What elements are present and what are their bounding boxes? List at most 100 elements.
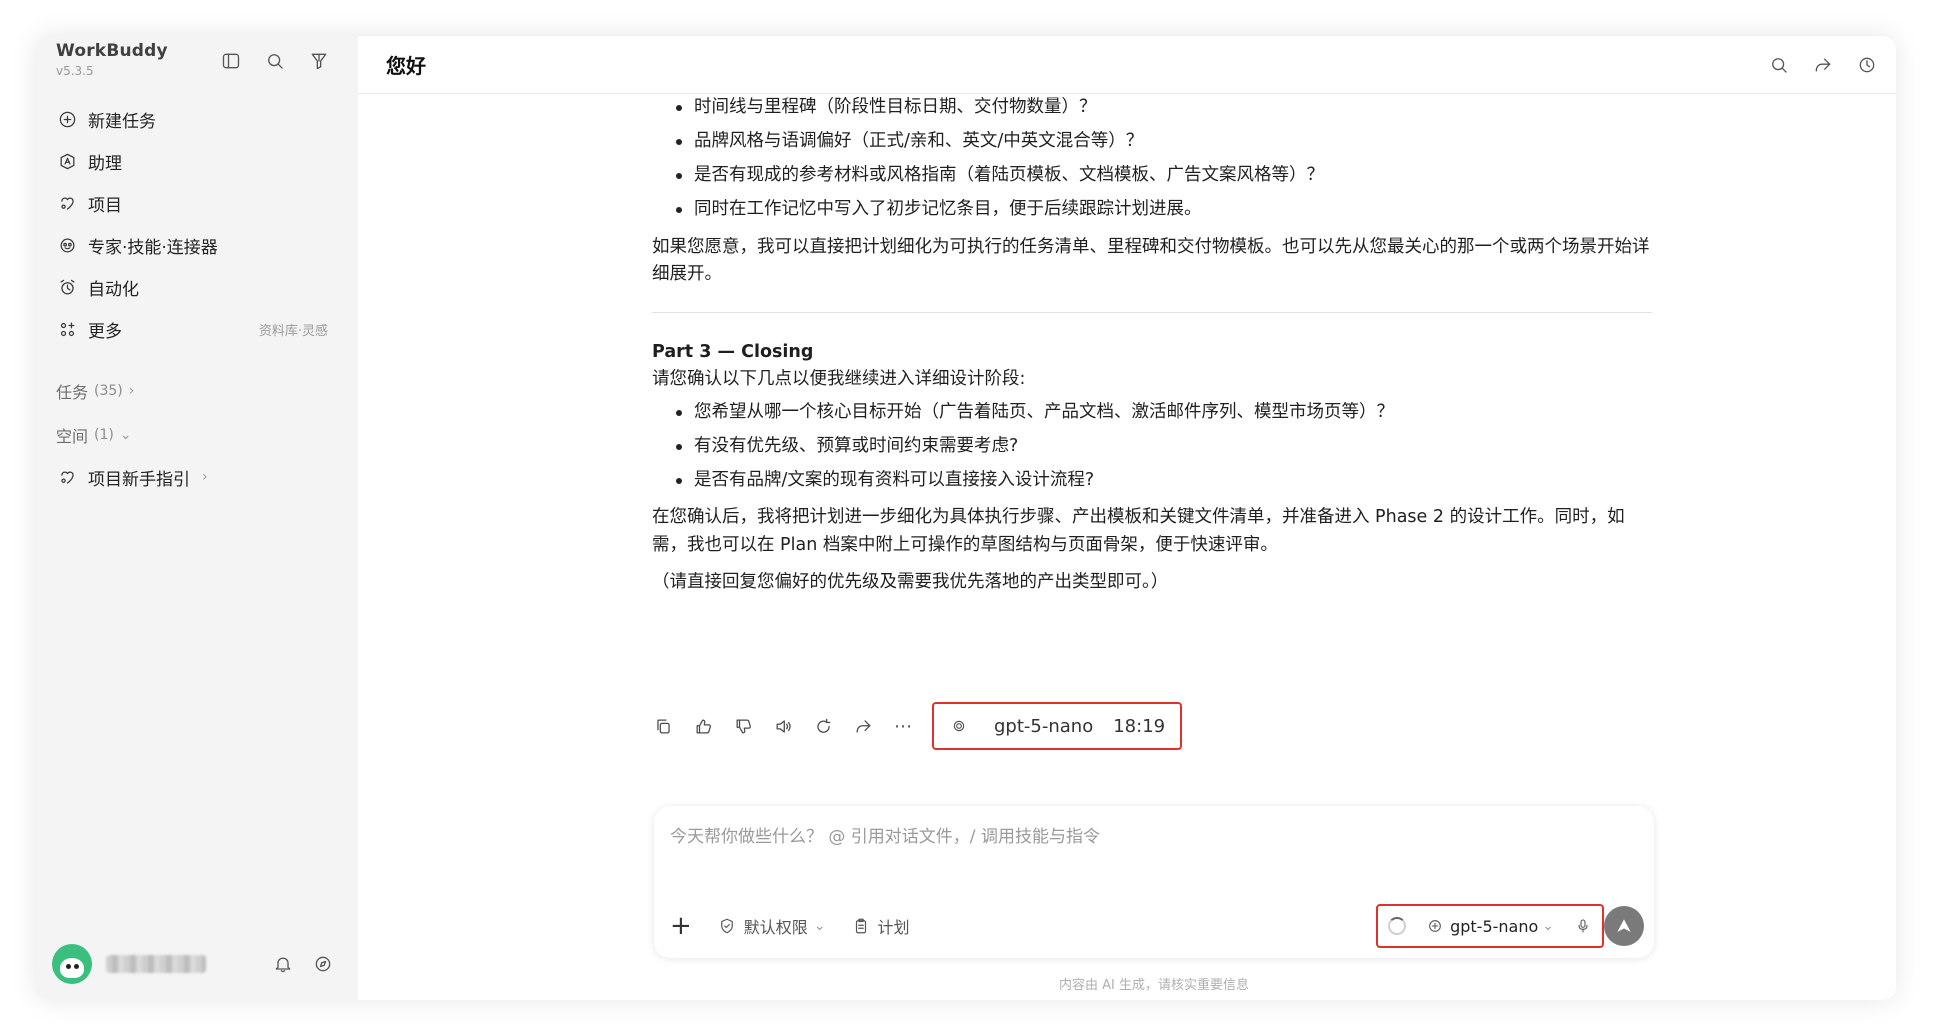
alarm-icon (56, 276, 78, 298)
search-icon[interactable] (264, 50, 286, 72)
user-actions (272, 953, 334, 975)
share-icon[interactable] (1812, 54, 1834, 76)
avatar[interactable] (52, 944, 92, 984)
spaces-label: 空间 (56, 427, 89, 446)
plus-circle-icon (1424, 915, 1446, 937)
topbar-actions (1768, 54, 1878, 76)
section-heading: Part 3 — Closing (652, 341, 814, 362)
thumbs-up-icon[interactable] (692, 715, 714, 737)
share-icon[interactable] (852, 715, 874, 737)
sidebar-item-new-task[interactable]: 新建任务 (48, 98, 346, 140)
app-window: WorkBuddy v5.3.5 新建任务 助理 项目 专家·技能·连接器 自动… (36, 36, 1896, 1000)
search-icon[interactable] (1768, 54, 1790, 76)
microphone-icon[interactable] (1572, 915, 1594, 937)
spaces-section[interactable]: 空间 (1) ⌄ (56, 423, 132, 447)
disclaimer: 内容由 AI 生成，请核实重要信息 (1059, 978, 1249, 993)
bell-icon[interactable] (272, 953, 294, 975)
permission-label: 默认权限 (743, 918, 808, 937)
timestamp: 18:19 (1113, 715, 1166, 737)
app-version: v5.3.5 (56, 64, 94, 78)
model-select[interactable]: gpt-5-nano ⌄ (1424, 915, 1554, 937)
chevron-down-icon: ⌄ (813, 918, 826, 934)
sidebar-item-assistant[interactable]: 助理 (48, 140, 346, 182)
shield-check-icon (716, 915, 738, 937)
filter-icon[interactable] (308, 50, 330, 72)
toggle-sidebar-icon[interactable] (220, 50, 242, 72)
plan-toggle[interactable]: 计划 (850, 914, 910, 938)
grid-icon (56, 318, 78, 340)
spaces-count: (1) (94, 427, 114, 443)
more-icon[interactable]: ⋯ (892, 715, 914, 737)
speaker-icon[interactable] (772, 715, 794, 737)
sidebar-item-label: 项目 (88, 195, 122, 216)
composer[interactable]: 今天帮你做些什么？ @ 引用对话文件，/ 调用技能与指令 + 默认权限 ⌄ 计划 (654, 806, 1654, 958)
message-actions: ⋯ gpt-5-nano 18:19 (652, 702, 1182, 750)
list-item: 时间线与里程碑（阶段性目标日期、交付物数量）？ (652, 94, 1652, 121)
tasks-label: 任务 (56, 383, 89, 402)
paragraph: （请直接回复您偏好的优先级及需要我优先落地的产出类型即可。） (652, 571, 1169, 592)
list-item: 您希望从哪一个核心目标开始（广告着陆页、产品文档、激活邮件序列、模型市场页等）？ (652, 399, 1652, 426)
project-icon (56, 466, 78, 488)
sidebar-item-experts[interactable]: 专家·技能·连接器 (48, 224, 346, 266)
list-item: 是否有现成的参考材料或风格指南（着陆页模板、文档模板、广告文案风格等）？ (652, 162, 1652, 189)
model-select-label: gpt-5-nano (1450, 916, 1539, 936)
list-item: 有没有优先级、预算或时间约束需要考虑? (652, 433, 1652, 460)
sidebar-item-project[interactable]: 项目 (48, 182, 346, 224)
bullet-list-top: 时间线与里程碑（阶段性目标日期、交付物数量）？ 品牌风格与语调偏好（正式/亲和、… (652, 94, 1652, 224)
loading-spinner-icon (1388, 917, 1407, 935)
project-icon (56, 192, 78, 214)
history-icon[interactable] (1856, 54, 1878, 76)
add-attachment-button[interactable]: + (670, 913, 692, 939)
paragraph: 请您确认以下几点以便我继续进入详细设计阶段: (652, 368, 1026, 389)
sidebar-toolbar (220, 50, 330, 72)
plan-label: 计划 (877, 918, 910, 937)
user-bar (52, 942, 342, 986)
list-item: 是否有品牌/文案的现有资料可以直接接入设计流程? (652, 467, 1652, 494)
sidebar-item-note: 资料库·灵感 (258, 323, 328, 339)
expert-icon (56, 234, 78, 256)
plus-circle-icon (56, 108, 78, 130)
topbar: 您好 (358, 36, 1896, 94)
page-title: 您好 (386, 54, 426, 78)
permission-dropdown[interactable]: 默认权限 ⌄ (716, 914, 826, 938)
send-button[interactable] (1604, 906, 1644, 946)
assistant-icon (56, 150, 78, 172)
composer-placeholder[interactable]: 今天帮你做些什么？ @ 引用对话文件，/ 调用技能与指令 (670, 822, 1100, 847)
refresh-icon[interactable] (812, 715, 834, 737)
list-item: 品牌风格与语调偏好（正式/亲和、英文/中英文混合等）？ (652, 128, 1652, 155)
sidebar-nav: 新建任务 助理 项目 专家·技能·连接器 自动化 更多 资料库·灵感 (48, 98, 346, 350)
chevron-right-icon: › (128, 383, 135, 399)
sidebar-item-label: 更多 (88, 321, 122, 342)
thumbs-down-icon[interactable] (732, 715, 754, 737)
sidebar: WorkBuddy v5.3.5 新建任务 助理 项目 专家·技能·连接器 自动… (36, 36, 358, 1000)
copy-icon[interactable] (652, 715, 674, 737)
chevron-down-icon: ⌄ (1542, 918, 1554, 934)
paragraph: 在您确认后，我将把计划进一步细化为具体执行步骤、产出模板和关键文件清单，并准备进… (652, 507, 1625, 555)
message-content: 时间线与里程碑（阶段性目标日期、交付物数量）？ 品牌风格与语调偏好（正式/亲和、… (652, 94, 1652, 596)
model-name: gpt-5-nano (994, 715, 1094, 737)
sidebar-item-automation[interactable]: 自动化 (48, 266, 346, 308)
arrow-up-icon (1617, 919, 1631, 932)
divider (652, 311, 1652, 313)
main-panel: 您好 时间线与里程碑（阶段性目标日期、交付物数量）？ 品牌风格与语调偏好（正式/… (358, 36, 1896, 1000)
tasks-section[interactable]: 任务 (35) › (56, 379, 134, 403)
composer-toolbar: + 默认权限 ⌄ 计划 gpt-5-nano ⌄ (670, 904, 1642, 948)
list-item: 同时在工作记忆中写入了初步记忆条目，便于后续跟踪计划进展。 (652, 196, 1652, 223)
compass-icon[interactable] (312, 953, 334, 975)
sidebar-item-label: 自动化 (88, 279, 139, 300)
openai-icon (948, 715, 970, 737)
model-controls-highlight: gpt-5-nano ⌄ (1376, 904, 1604, 948)
sidebar-item-more[interactable]: 更多 资料库·灵感 (48, 308, 346, 350)
brand: WorkBuddy v5.3.5 (56, 41, 168, 78)
model-tag-highlight: gpt-5-nano 18:19 (932, 702, 1182, 750)
space-item-guide[interactable]: 项目新手指引 › (48, 456, 228, 498)
app-name: WorkBuddy (56, 41, 168, 61)
paragraph: 如果您愿意，我可以直接把计划细化为可执行的任务清单、里程碑和交付物模板。也可以先… (652, 236, 1650, 284)
chevron-right-icon: › (202, 469, 208, 485)
sidebar-item-label: 专家·技能·连接器 (88, 237, 218, 258)
space-item-label: 项目新手指引 (88, 469, 190, 490)
tasks-count: (35) (94, 383, 123, 399)
clipboard-icon (850, 915, 872, 937)
sidebar-item-label: 助理 (88, 153, 122, 174)
sidebar-item-label: 新建任务 (88, 111, 156, 132)
